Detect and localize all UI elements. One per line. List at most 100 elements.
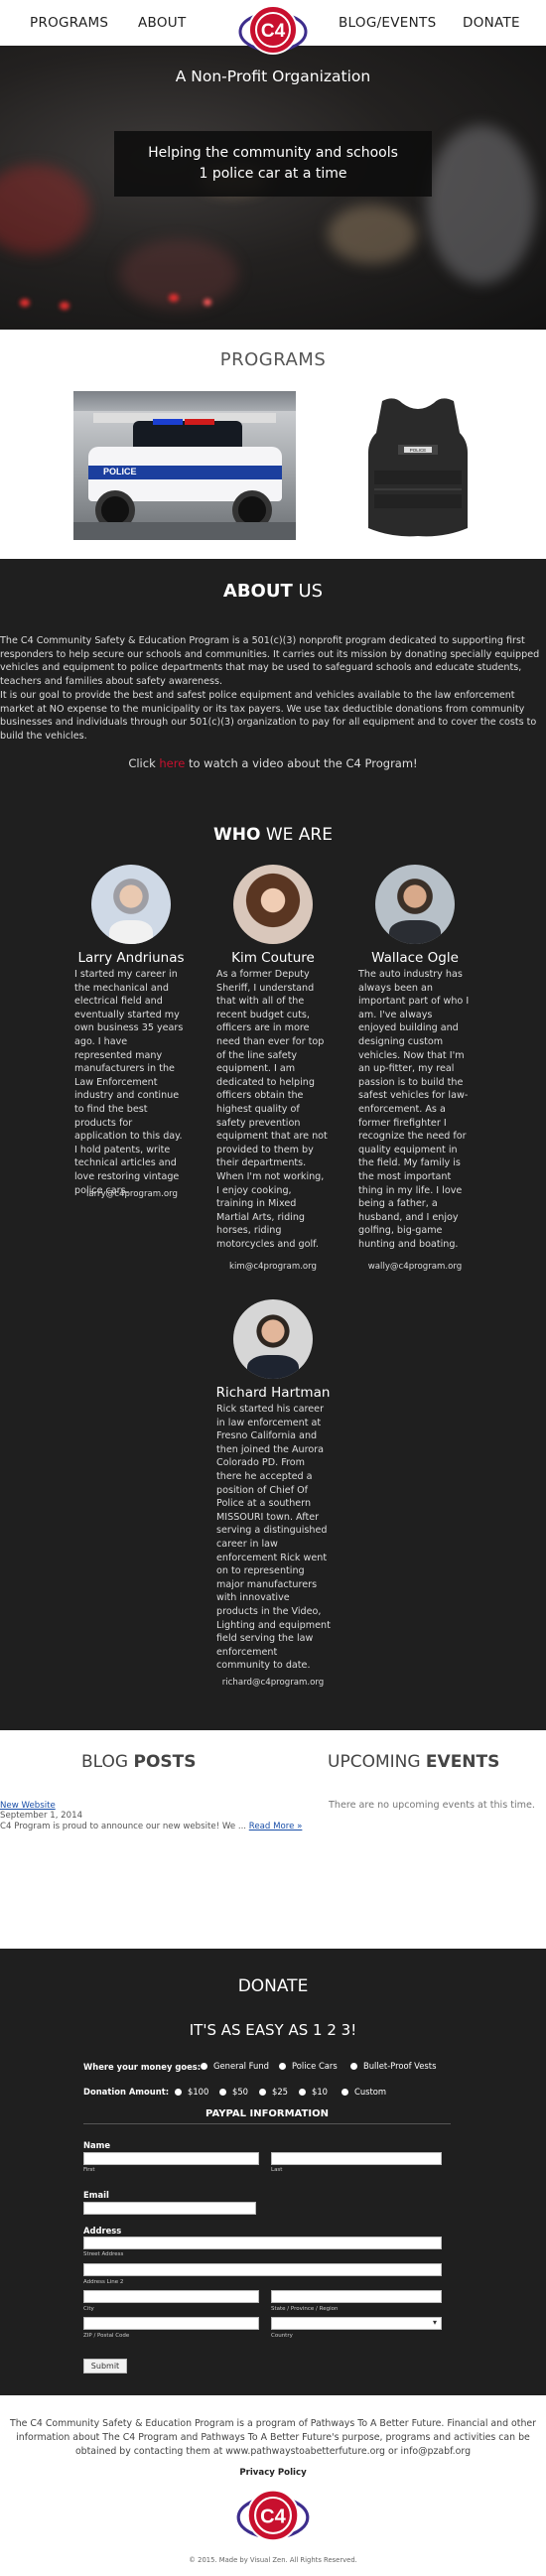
- amount-10[interactable]: $10: [299, 2087, 328, 2097]
- video-callout: Click here to watch a video about the C4…: [0, 756, 546, 770]
- hero-tagline-line1: Helping the community and schools: [148, 145, 398, 161]
- email-input[interactable]: [83, 2202, 256, 2215]
- paypal-information-title: PAYPAL INFORMATION: [83, 2108, 451, 2124]
- radio-amount-100[interactable]: [175, 2089, 182, 2096]
- about-paragraph-2: It is our goal to provide the best and s…: [0, 690, 537, 742]
- option-police-cars[interactable]: Police Cars: [279, 2061, 338, 2071]
- car-police-label: POLICE: [103, 467, 137, 476]
- about-paragraph-1: The C4 Community Safety & Education Prog…: [0, 635, 540, 687]
- who-title-light: WE ARE: [260, 825, 333, 845]
- city-input[interactable]: [83, 2290, 259, 2303]
- submit-button[interactable]: Submit: [83, 2359, 127, 2373]
- blog-title-light: BLOG: [81, 1752, 134, 1772]
- blog-events-section: BLOG POSTS UPCOMING EVENTS New Website S…: [0, 1730, 546, 1949]
- option-bullet-proof-vests-label: Bullet-Proof Vests: [363, 2061, 437, 2071]
- last-name-input[interactable]: [271, 2152, 442, 2165]
- member-bio: Rick started his career in law enforceme…: [216, 1404, 331, 1672]
- amount-custom-label: Custom: [354, 2087, 387, 2097]
- where-money-goes-label: Where your money goes:: [83, 2062, 202, 2072]
- events-title: UPCOMING EVENTS: [328, 1752, 499, 1772]
- amount-25[interactable]: $25: [259, 2087, 288, 2097]
- blog-title-bold: POSTS: [133, 1752, 197, 1772]
- state-input[interactable]: [271, 2290, 442, 2303]
- c4-logo[interactable]: C4: [237, 2, 309, 60]
- nav-link-blog-events[interactable]: BLOG/EVENTS: [339, 15, 436, 31]
- avatar-richard: [233, 1299, 313, 1379]
- amount-25-label: $25: [272, 2087, 288, 2097]
- hero-tagline-line2: 1 police car at a time: [199, 166, 347, 182]
- events-empty-message: There are no upcoming events at this tim…: [329, 1800, 535, 1811]
- street-address-input[interactable]: [83, 2237, 442, 2249]
- video-callout-post: to watch a video about the C4 Program!: [185, 756, 418, 770]
- footer-copyright: © 2015. Made by Visual Zen. All Rights R…: [189, 2556, 357, 2564]
- zip-input[interactable]: [83, 2317, 259, 2330]
- police-car-image: POLICE: [73, 391, 296, 540]
- nav-link-about[interactable]: ABOUT: [138, 15, 187, 31]
- radio-amount-10[interactable]: [299, 2089, 306, 2096]
- who-title-bold: WHO: [213, 825, 261, 845]
- events-title-bold: EVENTS: [425, 1752, 500, 1772]
- member-email: larry@c4program.org: [86, 1189, 178, 1199]
- country-select[interactable]: ▾: [271, 2317, 442, 2330]
- email-label: Email: [83, 2190, 109, 2200]
- radio-general-fund[interactable]: [201, 2063, 207, 2070]
- street-address-sublabel: Street Address: [83, 2251, 124, 2257]
- option-general-fund[interactable]: General Fund: [201, 2061, 269, 2071]
- member-email: kim@c4program.org: [228, 1262, 318, 1272]
- hero-banner: A Non-Profit Organization Helping the co…: [0, 46, 546, 330]
- radio-police-cars[interactable]: [279, 2063, 286, 2070]
- avatar-kim: [233, 865, 313, 944]
- amount-50-label: $50: [232, 2087, 248, 2097]
- amount-custom[interactable]: Custom: [341, 2087, 386, 2097]
- blog-post-title-link[interactable]: New Website: [0, 1801, 56, 1811]
- address-line2-sublabel: Address Line 2: [83, 2279, 124, 2285]
- address-label: Address: [83, 2226, 122, 2236]
- donate-slogan: IT'S AS EASY AS 1 2 3!: [189, 2021, 357, 2039]
- hero-subtitle: A Non-Profit Organization: [175, 68, 371, 85]
- option-police-cars-label: Police Cars: [292, 2061, 338, 2071]
- member-name: Larry Andriunas: [77, 950, 185, 966]
- member-bio: The auto industry has always been an imp…: [358, 969, 470, 1250]
- about-title: ABOUT US: [0, 581, 546, 602]
- state-sublabel: State / Province / Region: [271, 2306, 339, 2312]
- amount-10-label: $10: [312, 2087, 328, 2097]
- member-name: Richard Hartman: [215, 1385, 331, 1401]
- amount-100[interactable]: $100: [175, 2087, 208, 2097]
- member-email: wally@c4program.org: [367, 1262, 463, 1272]
- member-name: Kim Couture: [231, 950, 315, 966]
- read-more-link[interactable]: Read More »: [249, 1822, 303, 1831]
- blog-post-excerpt: C4 Program is proud to announce our new …: [0, 1822, 302, 1831]
- option-general-fund-label: General Fund: [213, 2061, 269, 2071]
- member-bio: I started my career in the mechanical an…: [74, 969, 184, 1196]
- video-callout-pre: Click: [128, 756, 160, 770]
- privacy-policy-link[interactable]: Privacy Policy: [0, 2468, 546, 2478]
- bullet-proof-vest-image: POLICE: [368, 398, 468, 537]
- option-bullet-proof-vests[interactable]: Bullet-Proof Vests: [350, 2061, 436, 2071]
- radio-amount-custom[interactable]: [341, 2089, 348, 2096]
- name-label: Name: [83, 2140, 111, 2150]
- video-link[interactable]: here: [159, 756, 185, 770]
- blog-post-excerpt-text: C4 Program is proud to announce our new …: [0, 1822, 247, 1831]
- amount-50[interactable]: $50: [219, 2087, 248, 2097]
- donate-title: DONATE: [237, 1976, 309, 1996]
- vest-police-label: POLICE: [410, 448, 427, 453]
- radio-amount-25[interactable]: [259, 2089, 266, 2096]
- address-line2-input[interactable]: [83, 2263, 442, 2276]
- nav-link-programs[interactable]: PROGRAMS: [30, 15, 108, 31]
- footer: The C4 Community Safety & Education Prog…: [0, 2395, 546, 2576]
- who-we-are-title: WHO WE ARE: [0, 825, 546, 845]
- member-email: richard@c4program.org: [221, 1678, 325, 1688]
- city-sublabel: City: [83, 2306, 94, 2312]
- about-title-bold: ABOUT: [222, 581, 293, 602]
- country-sublabel: Country: [271, 2333, 293, 2339]
- nav-link-donate[interactable]: DONATE: [463, 15, 520, 31]
- avatar-larry: [91, 865, 171, 944]
- radio-bullet-proof-vests[interactable]: [350, 2063, 357, 2070]
- donation-amount-label: Donation Amount:: [83, 2087, 170, 2097]
- blog-title: BLOG POSTS: [81, 1752, 197, 1772]
- events-title-light: UPCOMING: [328, 1752, 426, 1772]
- logo-text: C4: [261, 21, 286, 42]
- footer-c4-logo[interactable]: C4: [235, 2486, 311, 2547]
- first-name-input[interactable]: [83, 2152, 259, 2165]
- radio-amount-50[interactable]: [219, 2089, 226, 2096]
